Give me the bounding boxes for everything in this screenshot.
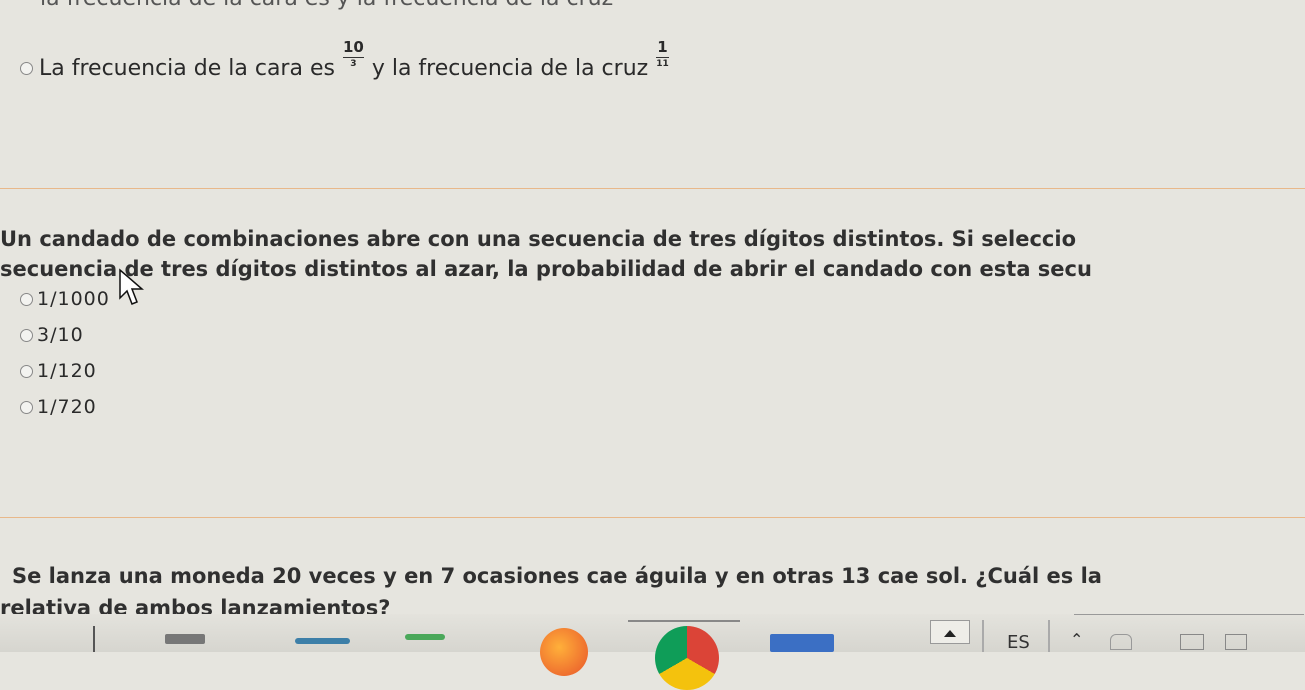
fraction-numerator: 1	[657, 38, 668, 56]
mouse-pointer-icon	[119, 268, 144, 305]
taskbar-app-icon[interactable]	[405, 634, 445, 640]
network-icon[interactable]	[1110, 634, 1132, 650]
question-line: Se lanza una moneda 20 veces y en 7 ocas…	[12, 564, 1102, 588]
fraction-cruz: 1 11	[656, 40, 669, 69]
chevron-up-icon[interactable]: ⌃	[1070, 630, 1083, 649]
chrome-icon[interactable]	[655, 626, 719, 690]
answer-option-2[interactable]: 3/10	[20, 324, 84, 346]
answer-option-1[interactable]: 1/1000	[20, 288, 110, 310]
answer-radio[interactable]	[20, 328, 33, 342]
windows-taskbar: ES ⌃	[0, 614, 1305, 690]
keyboard-icon[interactable]	[770, 634, 834, 652]
option-frequency-row[interactable]: La frecuencia de la cara es 10 3 y la fr…	[20, 40, 677, 83]
taskbar-app-icon[interactable]	[295, 638, 350, 644]
fraction-cara: 10 3	[342, 38, 364, 69]
question-divider	[0, 188, 1305, 189]
answer-option-3[interactable]: 1/120	[20, 360, 97, 382]
question-lock-text: Un candado de combinaciones abre con una…	[0, 224, 1305, 284]
taskbar-app-icon[interactable]	[165, 634, 205, 644]
option-text-before: La frecuencia de la cara es	[39, 56, 335, 81]
fraction-bar	[656, 57, 669, 58]
answer-option-4[interactable]: 1/720	[20, 396, 97, 418]
active-window-indicator	[628, 620, 740, 622]
answer-radio[interactable]	[20, 364, 33, 378]
notification-icon[interactable]	[1225, 634, 1247, 650]
question-line: Un candado de combinaciones abre con una…	[0, 227, 1077, 251]
question-line: secuencia de tres dígitos distintos al a…	[0, 257, 1092, 281]
answer-radio[interactable]	[20, 400, 33, 414]
taskbar-app-icon[interactable]	[93, 626, 95, 652]
answer-label: 1/120	[37, 360, 97, 382]
fraction-bar	[342, 57, 364, 58]
up-arrow-icon[interactable]	[930, 620, 970, 644]
answer-label: 1/1000	[37, 288, 110, 310]
volume-icon[interactable]	[1180, 634, 1204, 650]
tray-border	[1074, 614, 1304, 615]
previous-option-partial: la frecuencia de la cara es y la frecuen…	[40, 0, 613, 11]
language-indicator[interactable]: ES	[1007, 632, 1030, 653]
option-radio[interactable]	[20, 62, 33, 75]
answer-radio[interactable]	[20, 292, 33, 306]
taskbar-separator	[1048, 620, 1050, 652]
answer-label: 1/720	[37, 396, 97, 418]
answer-label: 3/10	[37, 324, 84, 346]
option-text-middle: y la frecuencia de la cruz	[371, 56, 649, 81]
firefox-icon[interactable]	[540, 628, 588, 676]
fraction-denominator: 11	[656, 59, 669, 69]
question-divider	[0, 517, 1305, 518]
fraction-denominator: 3	[350, 59, 357, 69]
fraction-numerator: 10	[342, 38, 364, 56]
taskbar-separator	[982, 620, 984, 652]
